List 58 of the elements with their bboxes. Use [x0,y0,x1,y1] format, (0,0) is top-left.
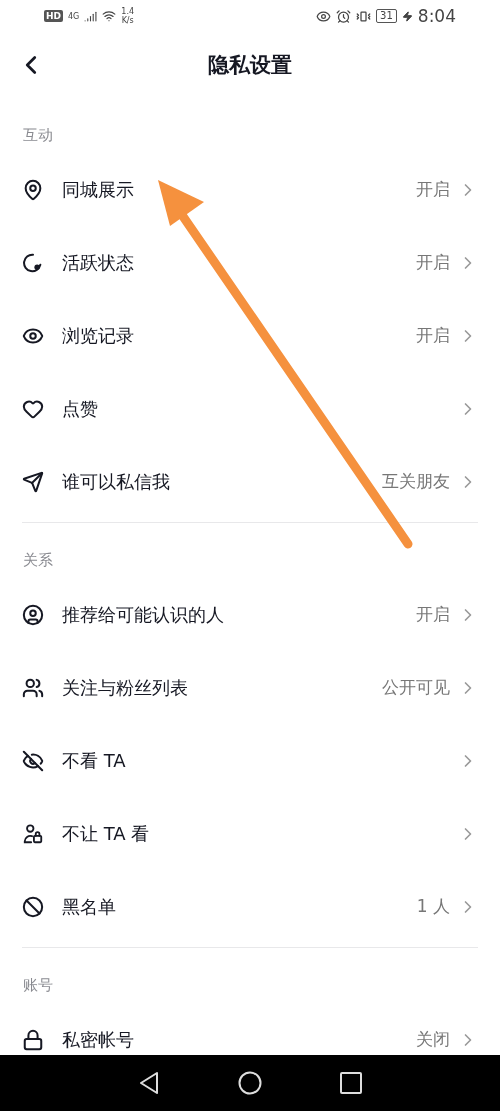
settings-row[interactable]: 浏览记录 开启 [0,299,500,372]
settings-row[interactable]: 点赞 [0,372,500,445]
row-label: 不看 TA [62,748,127,773]
row-value: 关闭 [416,1028,450,1051]
paper-plane-icon [22,470,44,493]
eye-icon [316,8,332,24]
settings-row[interactable]: 关注与粉丝列表 公开可见 [0,651,500,724]
nav-back-button[interactable] [138,1071,160,1095]
settings-row[interactable]: 谁可以私信我 互关朋友 [0,445,500,518]
signal-icon [84,9,98,23]
charging-icon [401,10,413,22]
row-value: 开启 [416,251,450,274]
row-label: 私密帐号 [62,1027,135,1052]
blocked-icon [22,895,44,918]
settings-row[interactable]: 私密帐号 关闭 [0,1003,500,1055]
row-label: 同城展示 [62,177,135,202]
page-title: 隐私设置 [208,52,292,79]
row-label: 活跃状态 [62,250,135,275]
user-lock-icon [22,822,44,845]
settings-row[interactable]: 同城展示 开启 [0,153,500,226]
row-value: 1 人 [416,895,450,918]
settings-row[interactable]: 黑名单 1 人 [0,870,500,943]
section-title: 关系 [23,551,53,570]
row-value: 开启 [416,324,450,347]
row-value: 公开可见 [382,676,450,699]
user-circle-icon [22,603,44,626]
nav-home-button[interactable] [238,1071,262,1095]
speed-unit: K/s [121,16,134,25]
row-value: 开启 [416,178,450,201]
location-pin-icon [22,178,44,201]
speed-value: 1.4 [121,7,135,16]
row-label: 浏览记录 [62,323,135,348]
row-value: 开启 [416,603,450,626]
nav-recents-button[interactable] [340,1072,362,1094]
clock-time: 8:04 [417,6,456,26]
row-label: 点赞 [62,396,99,421]
wifi-icon [102,9,117,23]
settings-row[interactable]: 不看 TA [0,724,500,797]
users-icon [22,676,44,699]
settings-row[interactable]: 不让 TA 看 [0,797,500,870]
section-title: 账号 [23,976,53,995]
row-value: 互关朋友 [382,470,450,493]
settings-row[interactable]: 活跃状态 开启 [0,226,500,299]
lock-icon [22,1028,44,1051]
status-circle-icon [22,251,44,274]
row-label: 推荐给可能认识的人 [62,602,225,627]
row-label: 谁可以私信我 [62,469,171,494]
row-label: 不让 TA 看 [62,821,151,846]
section-title: 互动 [23,126,53,145]
row-label: 关注与粉丝列表 [62,675,189,700]
settings-row[interactable]: 推荐给可能认识的人 开启 [0,578,500,651]
vibrate-icon [356,8,372,24]
row-label: 黑名单 [62,894,117,919]
eye-off-icon [22,749,44,772]
network-type: 4G [68,11,80,21]
hd-badge: HD [44,10,63,22]
battery-level: 31 [376,9,397,23]
alarm-icon [336,8,352,24]
